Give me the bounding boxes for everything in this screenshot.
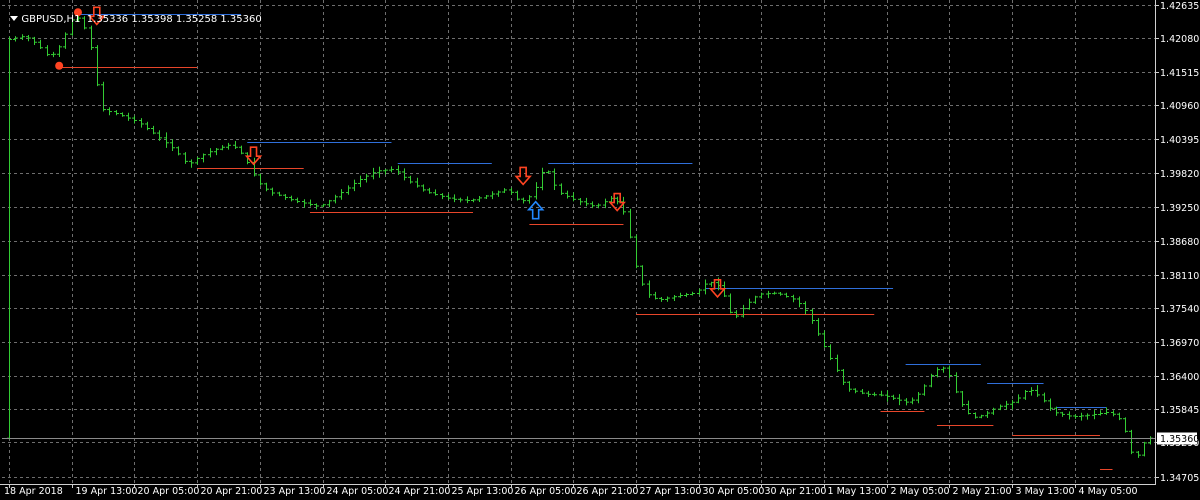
plot-background <box>0 0 1200 500</box>
symbol-label: GBPUSD,H1 <box>21 14 81 25</box>
y-tick-label: 1.40960 <box>1160 101 1199 112</box>
x-tick-label: 2 May 05:00 <box>891 486 950 497</box>
x-tick-label: 24 Apr 21:00 <box>389 486 451 497</box>
y-tick-label: 1.42635 <box>1160 1 1199 12</box>
y-tick-label: 1.36400 <box>1160 372 1199 383</box>
x-tick-label: 24 Apr 05:00 <box>327 486 389 497</box>
x-tick-label: 26 Apr 05:00 <box>515 486 577 497</box>
y-tick-label: 1.34705 <box>1160 473 1199 484</box>
x-tick-label: 30 Apr 05:00 <box>703 486 765 497</box>
price-chart[interactable]: 1.42635 1.42080 1.41515 1.40960 1.40395 1.398… <box>0 0 1200 500</box>
current-price-label: 1.35360 <box>1160 434 1199 445</box>
y-tick-label: 1.41515 <box>1160 68 1199 79</box>
x-tick-label: 20 Apr 21:00 <box>201 486 263 497</box>
x-tick-label: 18 Apr 2018 <box>4 486 63 497</box>
current-price-tag: 1.35360 <box>1157 432 1199 445</box>
y-tick-label: 1.37540 <box>1160 304 1199 315</box>
y-tick-label: 1.38110 <box>1160 271 1199 282</box>
y-tick-label: 1.42080 <box>1160 34 1199 45</box>
chart-header: GBPUSD,H1 1.35336 1.35398 1.35258 1.3536… <box>4 3 262 25</box>
x-tick-label: 3 May 13:00 <box>1016 486 1075 497</box>
ohlc-values: 1.35336 1.35398 1.35258 1.35360 <box>86 14 262 25</box>
time-axis[interactable]: 18 Apr 2018 19 Apr 13:00 20 Apr 05:00 20 Ap… <box>4 484 1138 497</box>
y-tick-label: 1.36970 <box>1160 338 1199 349</box>
y-tick-label: 1.35845 <box>1160 405 1199 416</box>
y-tick-label: 1.39250 <box>1160 203 1199 214</box>
fractal-dot-icon <box>55 61 64 70</box>
x-tick-label: 25 Apr 13:00 <box>452 486 514 497</box>
y-tick-label: 1.38680 <box>1160 237 1199 248</box>
y-tick-label: 1.39820 <box>1160 169 1199 180</box>
x-tick-label: 20 Apr 05:00 <box>138 486 200 497</box>
collapse-triangle-icon[interactable] <box>10 16 19 21</box>
x-tick-label: 1 May 13:00 <box>828 486 887 497</box>
x-tick-label: 2 May 21:00 <box>953 486 1012 497</box>
x-tick-label: 4 May 05:00 <box>1079 486 1138 497</box>
x-tick-label: 26 Apr 21:00 <box>577 486 639 497</box>
x-tick-label: 30 Apr 21:00 <box>765 486 827 497</box>
x-tick-label: 23 Apr 13:00 <box>264 486 326 497</box>
x-tick-label: 19 Apr 13:00 <box>76 486 138 497</box>
price-axis[interactable]: 1.42635 1.42080 1.41515 1.40960 1.40395 1.398… <box>1155 1 1199 484</box>
y-tick-label: 1.40395 <box>1160 135 1199 146</box>
x-tick-label: 27 Apr 13:00 <box>640 486 702 497</box>
